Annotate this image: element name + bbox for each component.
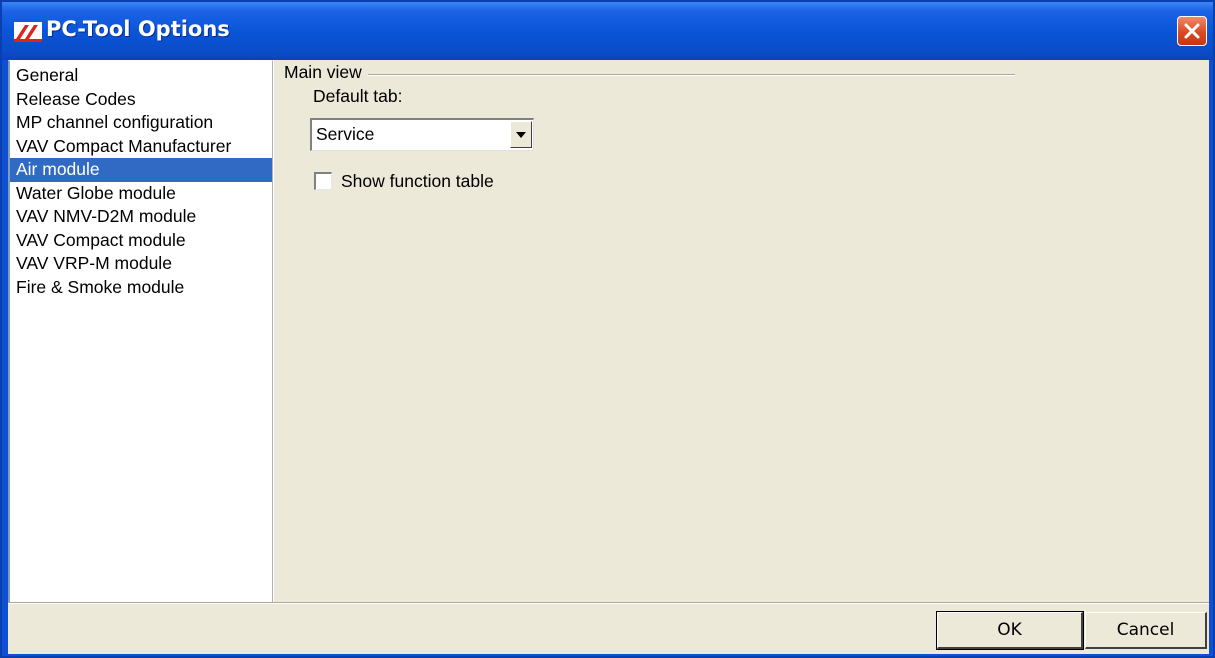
- category-item[interactable]: Release Codes: [10, 88, 272, 112]
- dialog-client-area: General Release Codes MP channel configura…: [8, 60, 1209, 654]
- group-divider: [284, 74, 1015, 76]
- pc-tool-logo-icon: [14, 22, 42, 42]
- category-item[interactable]: VAV Compact module: [10, 229, 272, 253]
- category-item[interactable]: VAV NMV-D2M module: [10, 205, 272, 229]
- chevron-down-icon: [516, 132, 526, 138]
- ok-button[interactable]: OK: [936, 611, 1084, 650]
- options-dialog: PC-Tool Options General Release Codes MP c…: [0, 0, 1215, 658]
- category-list[interactable]: General Release Codes MP channel configura…: [8, 60, 273, 602]
- cancel-button[interactable]: Cancel: [1085, 612, 1207, 649]
- dropdown-button[interactable]: [510, 121, 532, 148]
- settings-panel: Main view Default tab: Service Show func…: [278, 60, 1209, 602]
- close-button[interactable]: [1177, 16, 1207, 46]
- category-item[interactable]: Water Globe module: [10, 182, 272, 206]
- category-item[interactable]: MP channel configuration: [10, 111, 272, 135]
- category-item[interactable]: General: [10, 64, 272, 88]
- title-bar[interactable]: PC-Tool Options: [2, 2, 1213, 60]
- category-item[interactable]: Fire & Smoke module: [10, 276, 272, 300]
- show-function-table-label: Show function table: [341, 171, 494, 191]
- group-title-main-view: Main view: [284, 62, 368, 83]
- close-icon: [1184, 23, 1200, 39]
- default-tab-label: Default tab:: [313, 86, 403, 106]
- window-title: PC-Tool Options: [46, 17, 230, 41]
- category-item[interactable]: VAV VRP-M module: [10, 252, 272, 276]
- show-function-table-checkbox[interactable]: [314, 172, 332, 190]
- default-tab-value: Service: [316, 124, 375, 144]
- footer-divider: [8, 602, 1209, 604]
- default-tab-select[interactable]: Service: [310, 118, 534, 151]
- category-item[interactable]: VAV Compact Manufacturer: [10, 135, 272, 159]
- category-item[interactable]: Air module: [10, 158, 272, 182]
